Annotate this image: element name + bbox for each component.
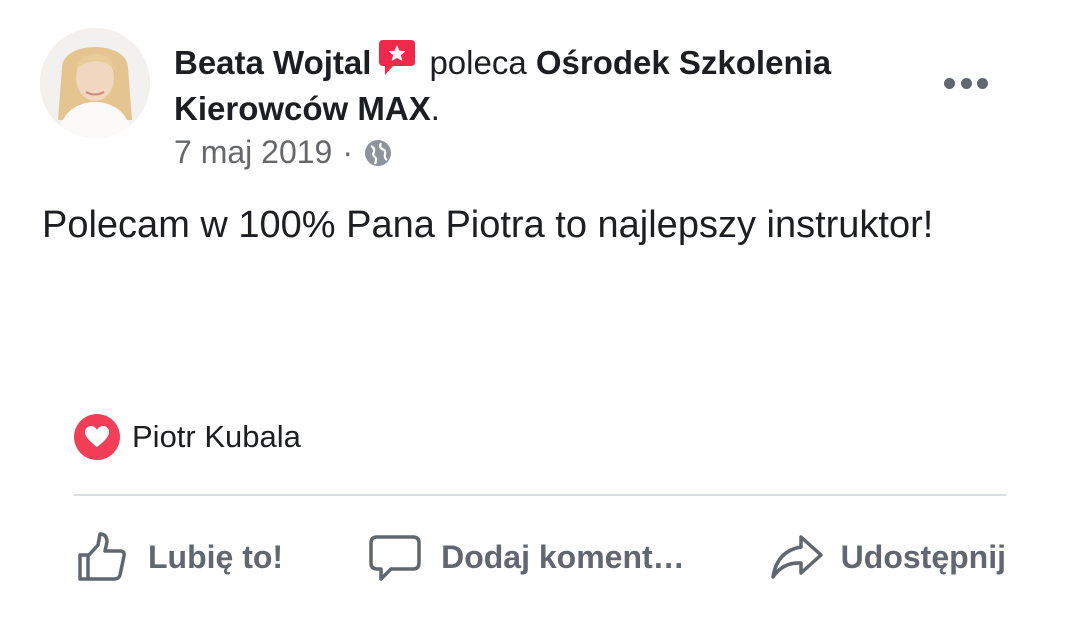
like-label: Lubię to! <box>148 538 284 575</box>
page-name-line2[interactable]: Kierowców MAX <box>174 90 431 127</box>
share-arrow-icon <box>770 535 823 579</box>
globe-icon[interactable] <box>363 138 393 168</box>
love-heart-icon <box>74 414 120 460</box>
share-button[interactable]: Udostępnij <box>769 529 1006 585</box>
like-button[interactable]: Lubię to! <box>74 529 283 585</box>
author-avatar[interactable] <box>40 28 150 138</box>
avatar-photo <box>40 28 150 138</box>
post-body-text: Polecam w 100% Pana Piotra to najlepszy … <box>42 204 934 246</box>
post-actions-bar: Lubię to! Dodaj koment… Udostępnij <box>74 522 1006 592</box>
post-date[interactable]: 7 maj 2019 <box>174 134 332 171</box>
author-name[interactable]: Beata Wojtal <box>174 44 371 81</box>
page-name-line1[interactable]: Ośrodek Szkolenia <box>536 44 831 81</box>
share-label: Udostępnij <box>840 538 1006 575</box>
comment-label: Dodaj koment… <box>441 538 685 575</box>
recommends-verb: poleca <box>429 44 527 81</box>
recommendation-star-bubble-icon <box>377 38 417 78</box>
post-meta: 7 maj 2019 · <box>174 134 393 171</box>
reactions-summary[interactable]: Piotr Kubala <box>74 414 301 460</box>
comment-bubble-icon <box>369 535 421 581</box>
post-header: Beata Wojtal poleca Ośrodek Szkolenia Kie… <box>174 38 914 132</box>
page-name-suffix: . <box>430 90 440 127</box>
actions-divider <box>74 494 1006 496</box>
comment-button[interactable]: Dodaj koment… <box>367 529 685 585</box>
meta-separator: · <box>342 134 353 170</box>
thumbs-up-icon <box>78 532 126 581</box>
more-options-icon[interactable] <box>944 74 988 92</box>
reactor-name: Piotr Kubala <box>132 419 301 454</box>
